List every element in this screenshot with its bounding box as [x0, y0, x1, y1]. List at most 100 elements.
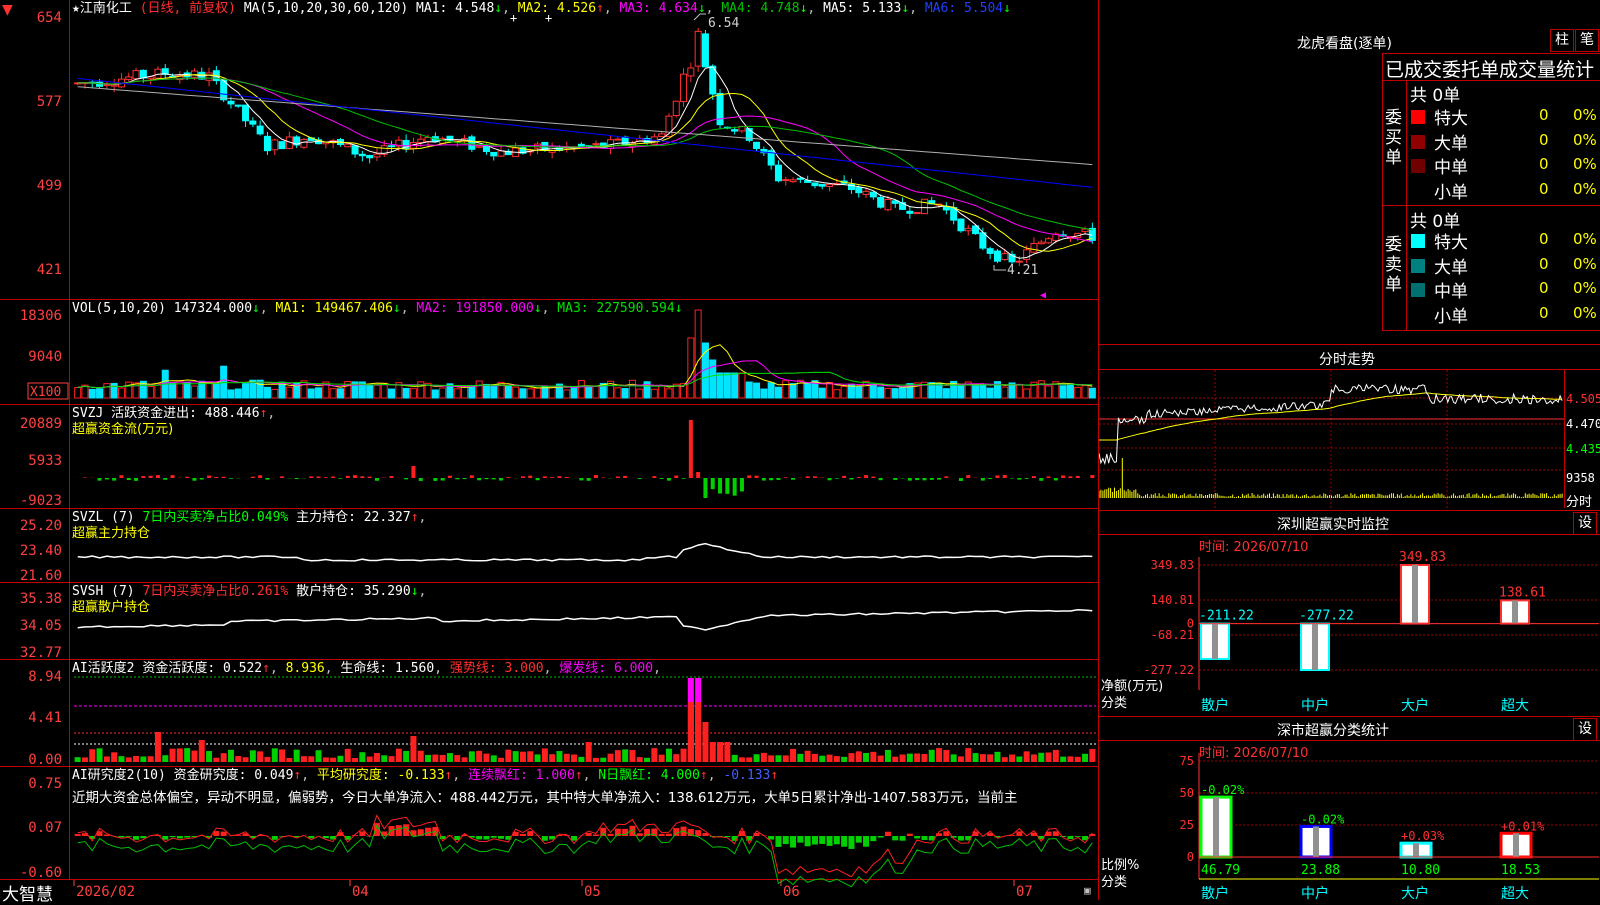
volume-bar[interactable] — [170, 382, 176, 398]
activity-bar[interactable] — [148, 756, 154, 762]
volume-bar[interactable] — [374, 385, 380, 398]
volume-bar[interactable] — [958, 385, 964, 398]
volume-bar[interactable] — [1067, 384, 1073, 398]
flow-bar[interactable] — [207, 476, 211, 478]
research-bar[interactable] — [586, 833, 592, 836]
volume-bar[interactable] — [1002, 387, 1008, 398]
flow-bar[interactable] — [105, 478, 109, 479]
volume-bar[interactable] — [97, 389, 103, 398]
research-bar[interactable] — [666, 834, 672, 836]
activity-bar[interactable] — [1082, 754, 1088, 762]
flow-bar[interactable] — [755, 476, 759, 478]
flow-bar[interactable] — [1017, 478, 1021, 480]
candle[interactable] — [206, 73, 212, 80]
candle[interactable] — [1046, 239, 1052, 243]
bar-mode-button[interactable]: 柱 — [1550, 29, 1574, 52]
candle[interactable] — [673, 101, 679, 115]
activity-bar[interactable] — [542, 748, 548, 762]
activity-bar[interactable] — [921, 754, 927, 762]
activity-bar[interactable] — [75, 757, 81, 762]
activity-bar[interactable] — [133, 756, 139, 762]
candle[interactable] — [389, 146, 395, 147]
flow-bar[interactable] — [550, 477, 554, 478]
chart-mode[interactable]: (日线, 前复权) — [140, 1, 236, 16]
volume-bar[interactable] — [264, 387, 270, 398]
volume-bar[interactable] — [1024, 389, 1030, 398]
activity-bar[interactable] — [951, 754, 957, 762]
research-bar[interactable] — [856, 836, 862, 843]
research-bar[interactable] — [410, 830, 416, 836]
flow-bar[interactable] — [353, 475, 357, 478]
volume-bar[interactable] — [651, 389, 657, 398]
flow-bar[interactable] — [536, 478, 540, 480]
candle[interactable] — [469, 137, 475, 149]
activity-bar[interactable] — [783, 755, 789, 762]
activity-bar[interactable] — [732, 755, 738, 762]
research-bar[interactable] — [724, 836, 730, 837]
activity-bar[interactable] — [286, 758, 292, 762]
research-bar[interactable] — [571, 836, 577, 841]
volume-bar[interactable] — [462, 387, 468, 398]
flow-bar[interactable] — [119, 475, 123, 478]
flow-bar[interactable] — [835, 478, 839, 479]
volume-bar[interactable] — [337, 389, 343, 398]
candle[interactable] — [250, 121, 256, 124]
flow-bar[interactable] — [579, 478, 583, 480]
activity-bar[interactable] — [702, 722, 708, 762]
candle[interactable] — [921, 199, 927, 213]
activity-bar[interactable] — [980, 754, 986, 762]
classify-settings-button[interactable]: 设 — [1573, 718, 1597, 741]
candle[interactable] — [819, 184, 825, 186]
research-bar[interactable] — [812, 836, 818, 845]
candle[interactable] — [133, 71, 139, 79]
volume-bar[interactable] — [870, 384, 876, 398]
research-bar[interactable] — [827, 836, 833, 846]
flow-bar[interactable] — [492, 478, 496, 479]
candle[interactable] — [1038, 242, 1044, 244]
flow-bar[interactable] — [857, 477, 861, 478]
activity-bar[interactable] — [1075, 757, 1081, 762]
activity-bar[interactable] — [447, 753, 453, 762]
volume-bar[interactable] — [104, 384, 110, 398]
activity-bar[interactable] — [396, 749, 402, 762]
candle[interactable] — [907, 211, 913, 213]
activity-bar[interactable] — [228, 750, 234, 762]
candle[interactable] — [367, 156, 373, 158]
flow-bar[interactable] — [1047, 476, 1051, 478]
flow-bar[interactable] — [959, 478, 963, 481]
volume-bar[interactable] — [761, 389, 767, 398]
candle[interactable] — [688, 68, 694, 76]
candle[interactable] — [140, 70, 146, 78]
flow-bar[interactable] — [368, 477, 372, 478]
flow-bar[interactable] — [813, 476, 817, 478]
activity-bar[interactable] — [936, 748, 942, 762]
activity-bar[interactable] — [425, 755, 431, 762]
activity-bar[interactable] — [754, 754, 760, 762]
volume-bar[interactable] — [403, 388, 409, 398]
research-bar[interactable] — [75, 834, 81, 836]
volume-bar[interactable] — [1060, 386, 1066, 398]
stock-name[interactable]: 江南化工 — [80, 1, 132, 16]
flow-bar[interactable] — [725, 478, 729, 494]
research-bar[interactable] — [126, 836, 132, 837]
activity-bar[interactable] — [1031, 754, 1037, 762]
flow-bar[interactable] — [265, 478, 269, 480]
candle[interactable] — [111, 85, 117, 86]
volume-bar[interactable] — [213, 383, 219, 398]
candle[interactable] — [958, 219, 964, 231]
volume-bar[interactable] — [615, 388, 621, 398]
candle[interactable] — [425, 138, 431, 142]
volume-bar[interactable] — [754, 383, 760, 398]
activity-bar[interactable] — [294, 750, 300, 762]
volume-bar[interactable] — [418, 382, 424, 398]
activity-bar[interactable] — [505, 750, 511, 762]
activity-bar[interactable] — [410, 736, 416, 762]
candle[interactable] — [856, 188, 862, 193]
research-bar[interactable] — [900, 836, 906, 841]
flow-bar[interactable] — [791, 478, 795, 480]
activity-bar[interactable] — [381, 755, 387, 762]
candle[interactable] — [987, 249, 993, 254]
flow-bar[interactable] — [317, 476, 321, 478]
activity-bar[interactable] — [556, 751, 562, 762]
flow-bar[interactable] — [842, 476, 846, 478]
